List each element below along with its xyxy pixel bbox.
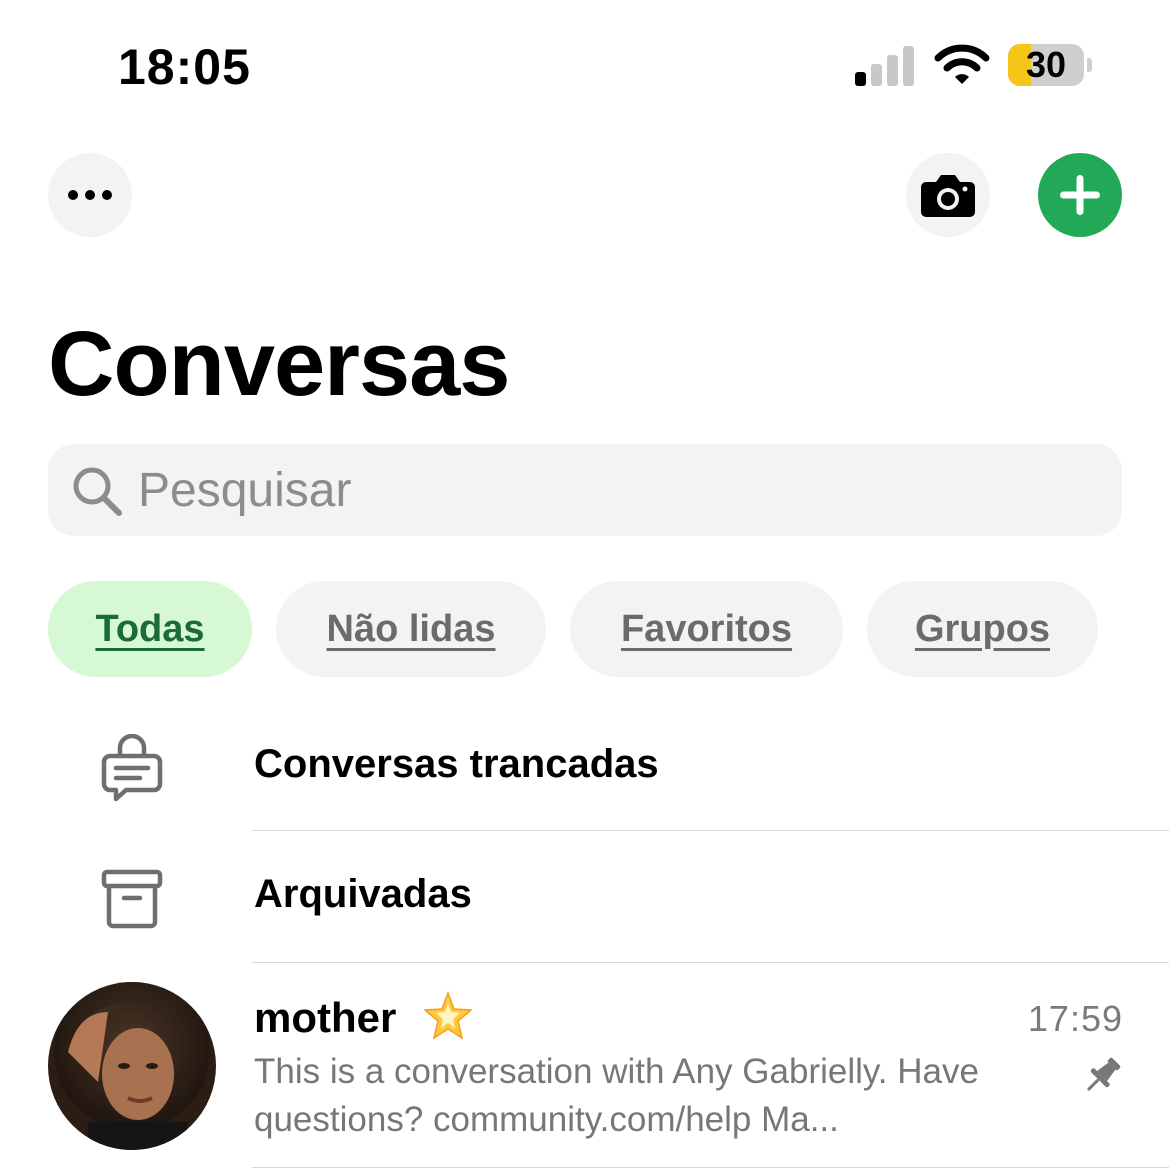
plus-icon [1060,175,1100,215]
filter-chip-favoritos[interactable]: Favoritos [570,581,843,677]
pin-icon [1087,1057,1121,1091]
battery-icon: 30 [1008,44,1084,86]
archive-icon [101,869,163,929]
ellipsis-icon [68,190,112,200]
status-bar: 18:05 30 [0,0,1169,130]
camera-button[interactable] [906,153,990,237]
chat-list-item[interactable]: mother 17:59 This is a conversation with… [0,962,1169,1169]
camera-icon [921,175,975,217]
more-options-button[interactable] [48,153,132,237]
filter-chip-todas[interactable]: Todas [48,581,252,677]
chat-preview: This is a conversation with Any Gabriell… [254,1052,979,1139]
search-input[interactable] [138,458,1038,522]
locked-chat-icon [101,734,163,802]
search-icon [73,467,122,516]
new-chat-button[interactable] [1038,153,1122,237]
archived-label: Arquivadas [254,872,472,916]
battery-level: 30 [1025,44,1067,85]
filter-chip-grupos[interactable]: Grupos [867,581,1098,677]
chat-time: 17:59 [1027,998,1123,1039]
avatar [48,982,216,1150]
search-bar[interactable] [48,444,1122,536]
chat-name: mother [254,994,397,1041]
divider [252,830,1169,831]
locked-chats-row[interactable]: Conversas trancadas [0,702,1169,832]
locked-chats-label: Conversas trancadas [254,742,659,786]
status-time: 18:05 [118,39,251,95]
signal-icon [855,46,914,86]
filter-chip-nao-lidas[interactable]: Não lidas [276,581,546,677]
archived-row[interactable]: Arquivadas [0,832,1169,962]
star-emoji [423,990,473,1040]
wifi-icon [934,44,990,84]
battery-nub [1087,58,1092,72]
divider [252,1167,1169,1168]
page-title: Conversas [48,313,510,415]
